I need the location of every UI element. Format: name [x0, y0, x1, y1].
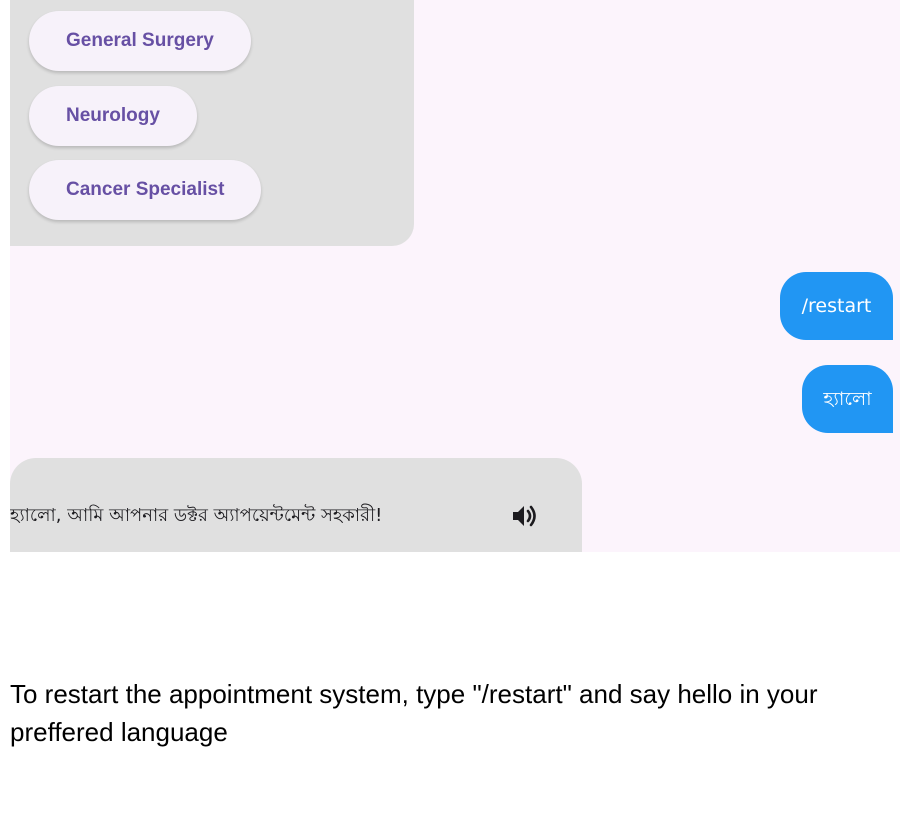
bot-options-bubble: General Surgery Neurology Cancer Special…	[10, 0, 414, 246]
restart-instructions: To restart the appointment system, type …	[10, 679, 818, 747]
user-message-hello: হ্যালো	[802, 365, 893, 433]
option-cancer-specialist-button[interactable]: Cancer Specialist	[29, 160, 262, 220]
user-message-restart: /restart	[780, 272, 893, 340]
option-neurology-button[interactable]: Neurology	[29, 86, 197, 146]
bot-message-bubble: হ্যালো, আমি আপনার ডক্টর অ্যাপয়েন্টমেন্ট…	[10, 458, 582, 552]
user-message-text: /restart	[801, 295, 872, 317]
chat-area[interactable]: General Surgery Neurology Cancer Special…	[10, 0, 900, 552]
user-message-text: হ্যালো	[823, 388, 872, 410]
option-general-surgery-button[interactable]: General Surgery	[29, 11, 251, 71]
speaker-icon[interactable]	[510, 501, 540, 531]
bot-message-text: হ্যালো, আমি আপনার ডক্টর অ্যাপয়েন্টমেন্ট…	[10, 505, 383, 526]
